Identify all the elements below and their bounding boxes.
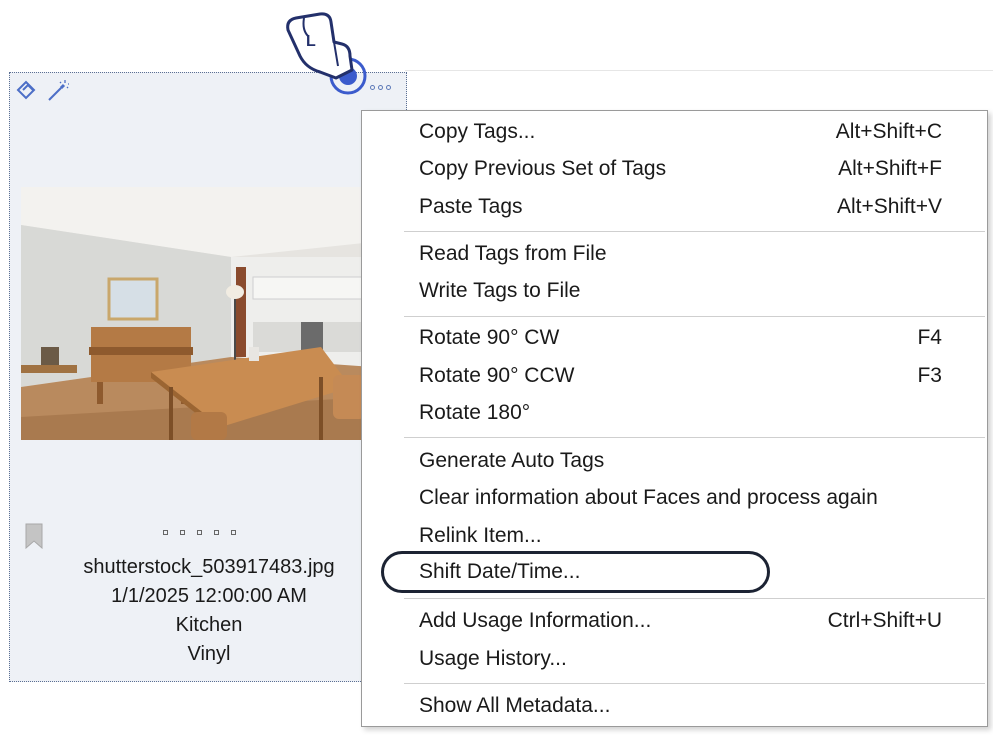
menu-item-generate-auto-tags[interactable]: Generate Auto Tags [419,443,939,479]
rating-dot-icon[interactable] [180,530,185,535]
thumbnail-caption: shutterstock_503917483.jpg 1/1/2025 12:0… [10,553,408,669]
date-label: 1/1/2025 12:00:00 AM [111,585,307,607]
menu-item-label: Generate Auto Tags [419,449,605,472]
menu-item-label: Copy Tags... [419,120,536,143]
rating-dot-icon[interactable] [163,530,168,535]
menu-item-relink[interactable]: Relink Item... [419,518,939,554]
menu-item-rotate-cw[interactable]: Rotate 90° CW F4 [419,320,942,356]
menu-item-copy-tags[interactable]: Copy Tags... Alt+Shift+C [419,114,942,150]
menu-item-usage-history[interactable]: Usage History... [419,641,939,677]
menu-item-copy-previous-tags[interactable]: Copy Previous Set of Tags Alt+Shift+F [419,151,942,187]
magic-wand-icon[interactable] [46,79,70,103]
menu-item-write-tags[interactable]: Write Tags to File [419,273,939,309]
menu-separator [404,598,985,599]
menu-item-label: Read Tags from File [419,242,607,265]
asset-thumbnail-card[interactable]: shutterstock_503917483.jpg 1/1/2025 12:0… [9,72,407,682]
menu-item-label: Copy Previous Set of Tags [419,157,667,180]
tag-label: Vinyl [187,643,231,665]
dot-icon [386,85,391,90]
menu-item-label: Relink Item... [419,524,542,547]
menu-item-read-tags[interactable]: Read Tags from File [419,236,939,272]
menu-item-label: Rotate 90° CCW [419,364,575,387]
menu-item-label: Show All Metadata... [419,694,611,717]
context-menu: Copy Tags... Alt+Shift+C Copy Previous S… [361,110,988,727]
menu-item-add-usage-info[interactable]: Add Usage Information... Ctrl+Shift+U [419,603,942,639]
menu-item-show-all-metadata[interactable]: Show All Metadata... [419,688,939,724]
kitchen-photo-thumbnail[interactable] [21,187,373,440]
shortcut-label: Ctrl+Shift+U [827,609,942,632]
filename-label: shutterstock_503917483.jpg [83,556,335,578]
menu-item-label: Clear information about Faces and proces… [419,486,878,509]
rating-dot-icon[interactable] [231,530,236,535]
rating-dot-icon[interactable] [197,530,202,535]
select-diamond-icon[interactable] [14,79,40,103]
menu-item-rotate-ccw[interactable]: Rotate 90° CCW F3 [419,358,942,394]
shortcut-label: Alt+Shift+F [838,157,942,180]
menu-item-label: Rotate 180° [419,401,531,424]
shortcut-label: F3 [917,364,942,387]
menu-item-label: Rotate 90° CW [419,326,560,349]
shortcut-label: F4 [917,326,942,349]
menu-separator [404,316,985,317]
menu-item-rotate-180[interactable]: Rotate 180° [419,395,939,431]
menu-item-shift-date-time[interactable]: Shift Date/Time... [419,554,939,590]
menu-separator [404,437,985,438]
pointer-hand-icon: L [276,6,376,103]
menu-item-label: Usage History... [419,647,567,670]
tag-label: Kitchen [175,614,243,636]
menu-item-label: Add Usage Information... [419,609,652,632]
flag-icon[interactable] [25,523,43,554]
thumbnail-toolbar [14,79,70,103]
menu-item-label: Write Tags to File [419,279,581,302]
star-rating[interactable] [163,530,236,535]
dot-icon [378,85,383,90]
menu-item-label: Paste Tags [419,195,523,218]
menu-separator [404,683,985,684]
menu-separator [404,231,985,232]
menu-item-paste-tags[interactable]: Paste Tags Alt+Shift+V [419,189,942,225]
shortcut-label: Alt+Shift+C [835,120,942,143]
menu-item-label: Shift Date/Time... [419,560,581,583]
menu-item-clear-faces[interactable]: Clear information about Faces and proces… [419,480,939,516]
rating-dot-icon[interactable] [214,530,219,535]
svg-text:L: L [306,33,316,50]
shortcut-label: Alt+Shift+V [836,195,942,218]
